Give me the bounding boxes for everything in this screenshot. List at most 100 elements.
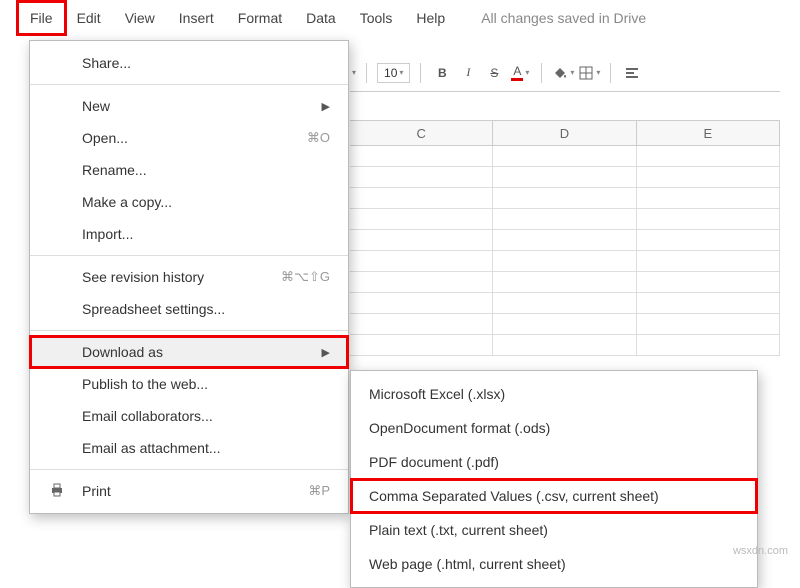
cell[interactable]	[493, 230, 636, 250]
cell[interactable]	[350, 314, 493, 334]
menu-item-open[interactable]: Open...⌘O	[30, 122, 348, 154]
cell[interactable]	[350, 209, 493, 229]
cell[interactable]	[637, 188, 780, 208]
borders-button[interactable]: ▾	[578, 62, 600, 84]
download-as-submenu: Microsoft Excel (.xlsx) OpenDocument for…	[350, 370, 758, 588]
submenu-item-csv[interactable]: Comma Separated Values (.csv, current sh…	[351, 479, 757, 513]
submenu-item-txt[interactable]: Plain text (.txt, current sheet)	[351, 513, 757, 547]
menu-bar: File Edit View Insert Format Data Tools …	[0, 0, 800, 36]
grid-row	[350, 209, 780, 230]
grid-row	[350, 293, 780, 314]
menu-label: Email collaborators...	[82, 408, 213, 424]
cell[interactable]	[637, 167, 780, 187]
menu-item-import[interactable]: Import...	[30, 218, 348, 250]
menu-view[interactable]: View	[113, 2, 167, 34]
menu-data[interactable]: Data	[294, 2, 348, 34]
menu-item-email-collaborators[interactable]: Email collaborators...	[30, 400, 348, 432]
watermark: wsxdn.com	[733, 545, 788, 557]
cell[interactable]	[637, 293, 780, 313]
menu-label: Download as	[82, 344, 163, 360]
cell[interactable]	[350, 188, 493, 208]
fill-color-button[interactable]: ▾	[552, 62, 574, 84]
grid-row	[350, 335, 780, 356]
italic-button[interactable]: I	[457, 62, 479, 84]
cell[interactable]	[493, 251, 636, 271]
cell[interactable]	[637, 146, 780, 166]
strikethrough-button[interactable]: S	[483, 62, 505, 84]
menu-item-new[interactable]: New▶	[30, 90, 348, 122]
cell[interactable]	[350, 272, 493, 292]
menu-format[interactable]: Format	[226, 2, 294, 34]
separator	[30, 330, 348, 331]
grid-row	[350, 314, 780, 335]
column-header[interactable]: C	[350, 121, 493, 145]
cell[interactable]	[493, 293, 636, 313]
toolbar: ▾ 10 ▾ B I S A ▾ ▾ ▾	[350, 58, 780, 92]
cell[interactable]	[493, 272, 636, 292]
cell[interactable]	[350, 230, 493, 250]
menu-label: See revision history	[82, 269, 204, 285]
menu-help[interactable]: Help	[404, 2, 457, 34]
cell[interactable]	[350, 293, 493, 313]
cell[interactable]	[350, 335, 493, 355]
cell[interactable]	[493, 188, 636, 208]
submenu-item-xlsx[interactable]: Microsoft Excel (.xlsx)	[351, 377, 757, 411]
cell[interactable]	[493, 167, 636, 187]
menu-edit[interactable]: Edit	[65, 2, 113, 34]
cell[interactable]	[637, 335, 780, 355]
menu-item-share[interactable]: Share...	[30, 47, 348, 79]
menu-item-print[interactable]: Print⌘P	[30, 475, 348, 507]
chevron-down-icon: ▾	[399, 68, 403, 77]
text-color-button[interactable]: A ▾	[509, 62, 531, 84]
cell[interactable]	[493, 314, 636, 334]
cell[interactable]	[493, 209, 636, 229]
grid-row	[350, 230, 780, 251]
bold-button[interactable]: B	[431, 62, 453, 84]
cell[interactable]	[637, 314, 780, 334]
menu-label: Rename...	[82, 162, 147, 178]
submenu-arrow-icon: ▶	[322, 346, 330, 359]
grid-row	[350, 146, 780, 167]
menu-insert[interactable]: Insert	[167, 2, 226, 34]
cell[interactable]	[350, 146, 493, 166]
menu-item-publish[interactable]: Publish to the web...	[30, 368, 348, 400]
menu-label: Spreadsheet settings...	[82, 301, 225, 317]
grid-row	[350, 167, 780, 188]
separator	[30, 469, 348, 470]
submenu-item-pdf[interactable]: PDF document (.pdf)	[351, 445, 757, 479]
cell[interactable]	[637, 272, 780, 292]
menu-item-email-attachment[interactable]: Email as attachment...	[30, 432, 348, 464]
menu-label: Import...	[82, 226, 133, 242]
submenu-item-ods[interactable]: OpenDocument format (.ods)	[351, 411, 757, 445]
menu-item-rename[interactable]: Rename...	[30, 154, 348, 186]
menu-item-revision-history[interactable]: See revision history⌘⌥⇧G	[30, 261, 348, 293]
menu-item-spreadsheet-settings[interactable]: Spreadsheet settings...	[30, 293, 348, 325]
save-status: All changes saved in Drive	[481, 10, 646, 26]
menu-file[interactable]: File	[18, 2, 65, 34]
file-dropdown: Share... New▶ Open...⌘O Rename... Make a…	[29, 40, 349, 514]
chevron-down-icon[interactable]: ▾	[352, 68, 356, 77]
cell[interactable]	[637, 251, 780, 271]
menu-item-download-as[interactable]: Download as ▶	[30, 336, 348, 368]
cell[interactable]	[350, 167, 493, 187]
align-button[interactable]	[621, 62, 643, 84]
separator	[366, 63, 367, 83]
menu-tools[interactable]: Tools	[348, 2, 405, 34]
align-left-icon	[624, 65, 640, 81]
cell[interactable]	[637, 230, 780, 250]
grid-row	[350, 272, 780, 293]
menu-label: Open...	[82, 130, 128, 146]
font-size-select[interactable]: 10 ▾	[377, 63, 410, 83]
print-icon	[48, 482, 66, 501]
cell[interactable]	[637, 209, 780, 229]
separator	[541, 63, 542, 83]
submenu-item-html[interactable]: Web page (.html, current sheet)	[351, 547, 757, 581]
column-header[interactable]: E	[637, 121, 780, 145]
cell[interactable]	[493, 146, 636, 166]
column-header[interactable]: D	[493, 121, 636, 145]
menu-label: Print	[82, 483, 111, 499]
text-color-label: A	[511, 64, 523, 81]
menu-item-make-copy[interactable]: Make a copy...	[30, 186, 348, 218]
cell[interactable]	[350, 251, 493, 271]
cell[interactable]	[493, 335, 636, 355]
